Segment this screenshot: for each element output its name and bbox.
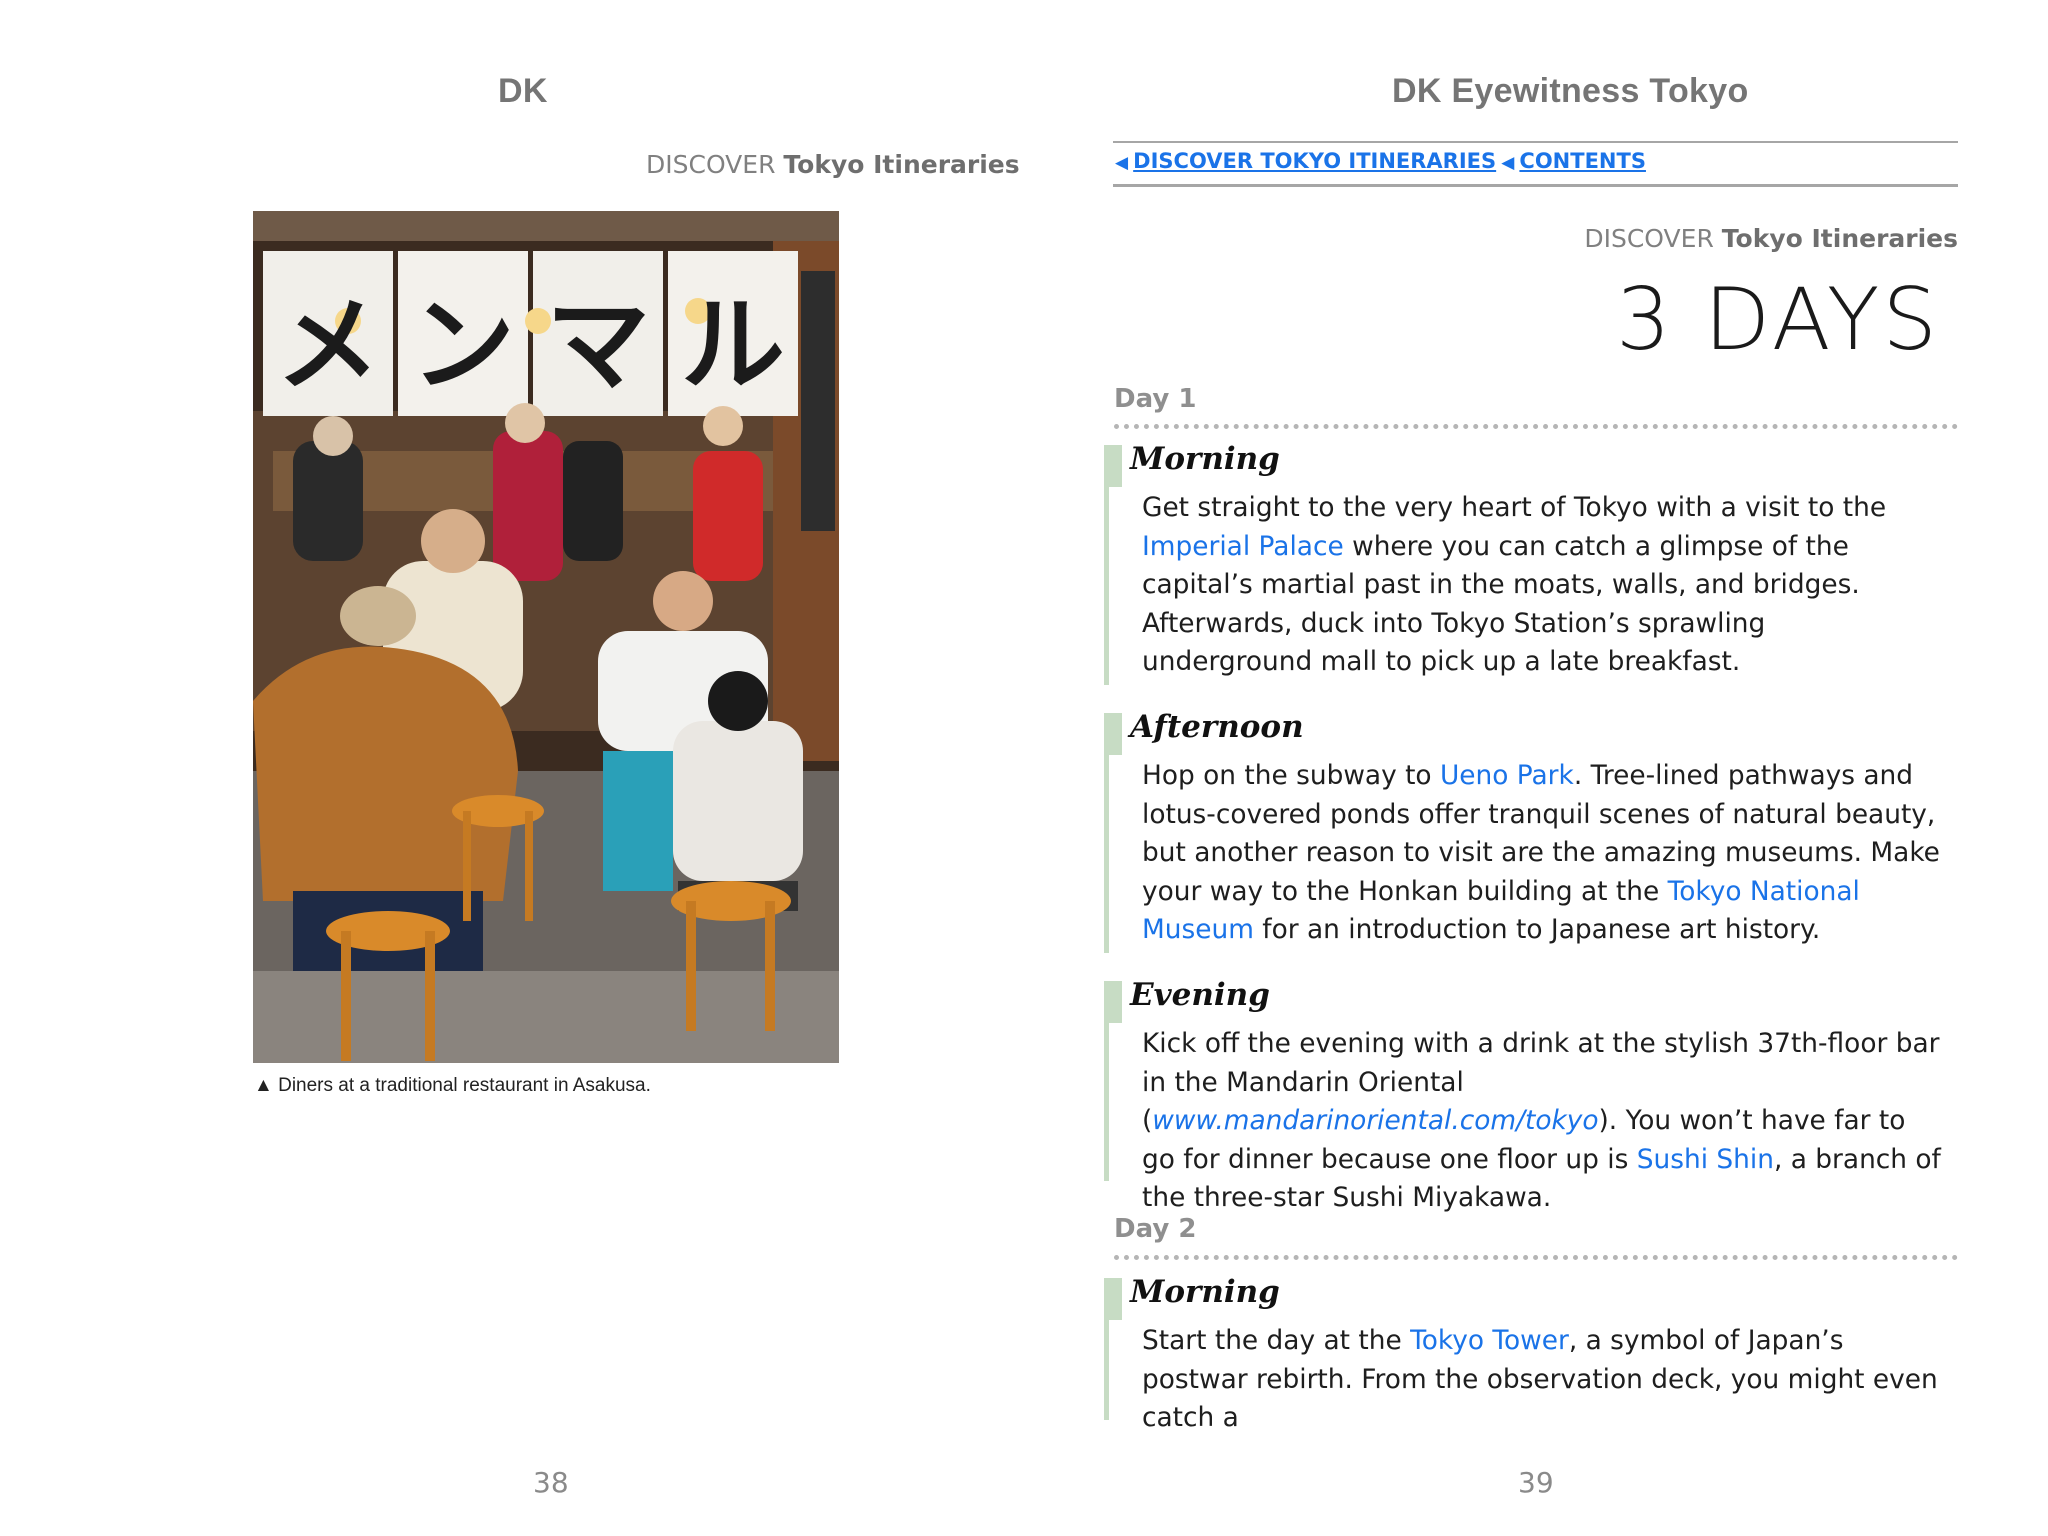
publisher-name: DK xyxy=(498,72,548,110)
svg-text:ン: ン xyxy=(411,284,515,406)
section-body: Kick off the evening with a drink at the… xyxy=(1142,1028,1941,1214)
page-number-right: 39 xyxy=(1518,1466,1554,1499)
link-contents[interactable]: CONTENTS xyxy=(1519,149,1646,173)
day2-morning-section: Morning Start the day at the Tokyo Tower… xyxy=(1104,1274,1942,1433)
section-header-right: DISCOVER Tokyo Itineraries xyxy=(1584,224,1958,253)
page-number-left: 38 xyxy=(533,1466,569,1499)
section-title: Tokyo Itineraries xyxy=(1721,224,1958,253)
link-discover-itineraries[interactable]: DISCOVER TOKYO ITINERARIES xyxy=(1133,149,1496,173)
link-sushi-shin[interactable]: Sushi Shin xyxy=(1637,1144,1774,1175)
section-bar-cap xyxy=(1104,981,1122,1023)
nav-bottom-rule xyxy=(1113,184,1958,187)
section-body: Get straight to the very heart of Tokyo … xyxy=(1142,492,1887,678)
section-heading: Afternoon xyxy=(1130,709,1304,745)
section-heading: Evening xyxy=(1130,977,1270,1013)
day1-morning-section: Morning Get straight to the very heart o… xyxy=(1104,441,1942,685)
section-bar-cap xyxy=(1104,1278,1122,1320)
link-ueno-park[interactable]: Ueno Park xyxy=(1440,760,1574,791)
link-imperial-palace[interactable]: Imperial Palace xyxy=(1142,531,1344,562)
day1-evening-section: Evening Kick off the evening with a drin… xyxy=(1104,977,1942,1213)
back-arrow-icon: ◀ xyxy=(1501,153,1515,173)
link-tokyo-tower[interactable]: Tokyo Tower xyxy=(1410,1325,1569,1356)
svg-text:マ: マ xyxy=(546,284,650,406)
svg-text:メ: メ xyxy=(276,284,380,406)
day-label: Day 1 xyxy=(1114,384,1197,414)
book-title: DK Eyewitness Tokyo xyxy=(1392,72,1749,110)
section-heading: Morning xyxy=(1130,1274,1280,1310)
svg-text:ル: ル xyxy=(681,284,785,406)
day-divider xyxy=(1114,424,1958,429)
section-prefix: DISCOVER xyxy=(646,150,776,179)
section-heading: Morning xyxy=(1130,441,1280,477)
day-label: Day 2 xyxy=(1114,1214,1197,1244)
restaurant-photo: メ ン マ ル xyxy=(253,211,839,1063)
link-mandarin-oriental[interactable]: www.mandarinoriental.com/tokyo xyxy=(1152,1105,1598,1136)
section-bar-cap xyxy=(1104,713,1122,755)
photo-caption: ▲ Diners at a traditional restaurant in … xyxy=(254,1075,651,1097)
page-title: 3 DAYS xyxy=(1615,270,1940,370)
day1-afternoon-section: Afternoon Hop on the subway to Ueno Park… xyxy=(1104,709,1942,953)
section-bar-cap xyxy=(1104,445,1122,487)
section-body: Hop on the subway to Ueno Park. Tree-lin… xyxy=(1142,760,1940,946)
triangle-up-icon: ▲ xyxy=(254,1075,273,1096)
caption-text: Diners at a traditional restaurant in As… xyxy=(278,1075,651,1096)
nav-top-rule xyxy=(1113,141,1958,143)
breadcrumb-nav: ◀ DISCOVER TOKYO ITINERARIES ◀ CONTENTS xyxy=(1115,149,1646,173)
section-header-left: DISCOVER Tokyo Itineraries xyxy=(646,150,1020,179)
day-divider xyxy=(1114,1255,1958,1260)
section-title: Tokyo Itineraries xyxy=(783,150,1020,179)
section-body: Start the day at the Tokyo Tower, a symb… xyxy=(1142,1325,1938,1434)
section-prefix: DISCOVER xyxy=(1584,224,1714,253)
back-arrow-icon: ◀ xyxy=(1115,153,1129,173)
